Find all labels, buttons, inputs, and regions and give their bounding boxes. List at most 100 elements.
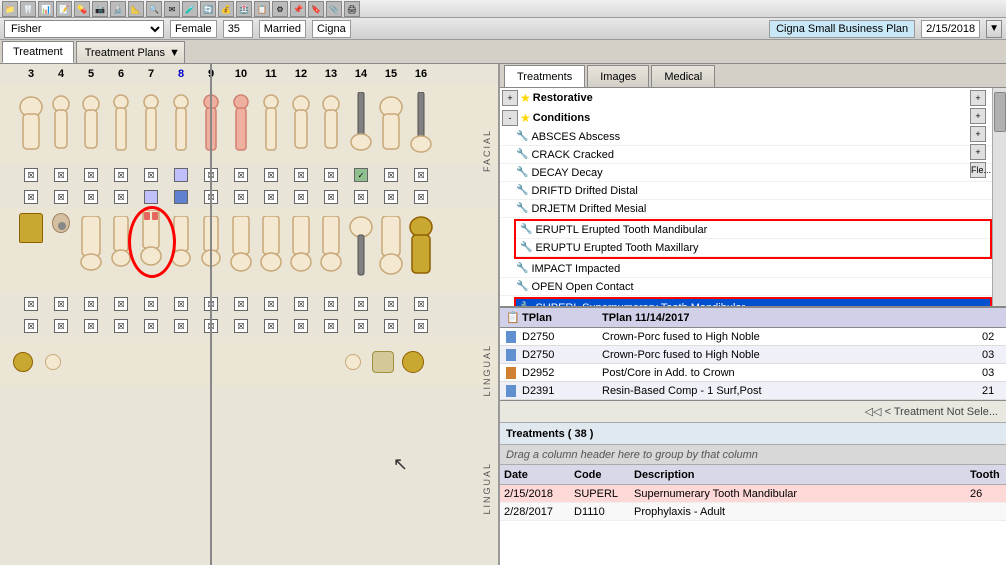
lcb-14-1[interactable]: ☒ [354,297,368,311]
lower-tooth-5[interactable] [76,208,106,288]
toolbar-icon-3[interactable]: 📊 [38,1,54,17]
toolbar-icon-7[interactable]: 🔬 [110,1,126,17]
lcb-5-1[interactable]: ☒ [84,297,98,311]
cb-6-1[interactable]: ☒ [114,168,128,182]
tooth-chart-panel[interactable]: 3 4 5 6 7 8 9 10 11 12 13 14 15 16 [0,64,500,565]
condition-list[interactable]: + ★ Restorative - ★ Conditions 🔧 ABSCES … [500,88,1006,308]
lower-tooth-11[interactable] [256,208,286,288]
lower-tooth-6[interactable] [106,208,136,288]
cb-11-2[interactable]: ☒ [264,190,278,204]
treatment-row[interactable]: 2/28/2017 D1110 Prophylaxis - Adult [500,503,1006,521]
right-expand-2[interactable]: + [970,108,986,124]
lcb-13-1[interactable]: ☒ [324,297,338,311]
toolbar-icon-18[interactable]: 🔖 [308,1,324,17]
lcb-3-1[interactable]: ☒ [24,297,38,311]
cond-open[interactable]: 🔧 OPEN Open Contact [500,278,1006,296]
lower-tooth-3[interactable] [16,208,46,288]
lcb-4-1[interactable]: ☒ [54,297,68,311]
tab-treatments[interactable]: Treatments [504,65,585,87]
cb-16-1[interactable]: ☒ [414,168,428,182]
tooth-4[interactable] [46,89,76,159]
cb-14-2[interactable]: ☒ [354,190,368,204]
cb-8-2[interactable] [174,190,188,204]
cb-10-2[interactable]: ☒ [234,190,248,204]
cb-5-1[interactable]: ☒ [84,168,98,182]
right-expand-5[interactable]: Fle... [970,162,986,178]
cb-16-2[interactable]: ☒ [414,190,428,204]
lcb-3-2[interactable]: ☒ [24,319,38,333]
lcb-8-2[interactable]: ☒ [174,319,188,333]
toolbar-icon-12[interactable]: 🔄 [200,1,216,17]
cb-13-1[interactable]: ☒ [324,168,338,182]
lower-tooth-13[interactable] [316,208,346,288]
right-expand-3[interactable]: + [970,126,986,142]
lcb-15-1[interactable]: ☒ [384,297,398,311]
scrollbar-thumb[interactable] [994,92,1006,132]
cb-11-1[interactable]: ☒ [264,168,278,182]
lower-tooth-7-highlighted[interactable] [136,208,166,288]
lcb-10-2[interactable]: ☒ [234,319,248,333]
cond-drjetm[interactable]: 🔧 DRJETM Drifted Mesial [500,200,1006,218]
cond-absces[interactable]: 🔧 ABSCES Abscess [500,128,1006,146]
toolbar-icon-11[interactable]: 🧪 [182,1,198,17]
lower-tooth-15[interactable] [376,208,406,288]
cb-6-2[interactable]: ☒ [114,190,128,204]
cb-7-1[interactable]: ☒ [144,168,158,182]
lcb-5-2[interactable]: ☒ [84,319,98,333]
cb-13-2[interactable]: ☒ [324,190,338,204]
toolbar-icon-15[interactable]: 📋 [254,1,270,17]
tab-medical[interactable]: Medical [651,65,715,87]
lower-tooth-4[interactable] [46,208,76,288]
cond-superl[interactable]: 🔧 SUPERL Supernumerary Tooth Mandibular [516,299,990,308]
cond-eruptl[interactable]: 🔧 ERUPTL Erupted Tooth Mandibular [516,221,990,239]
cb-12-2[interactable]: ☒ [294,190,308,204]
lcb-12-2[interactable]: ☒ [294,319,308,333]
patient-name-select[interactable]: Fisher [4,20,164,38]
cb-8-1[interactable] [174,168,188,182]
cond-crack[interactable]: 🔧 CRACK Cracked [500,146,1006,164]
lcb-11-1[interactable]: ☒ [264,297,278,311]
cb-15-1[interactable]: ☒ [384,168,398,182]
toolbar-icon-2[interactable]: 🦷 [20,1,36,17]
lcb-14-2[interactable]: ☒ [354,319,368,333]
tooth-16[interactable] [406,89,436,159]
toolbar-icon-16[interactable]: ⚙ [272,1,288,17]
lcb-6-1[interactable]: ☒ [114,297,128,311]
tplan-row[interactable]: D2750 Crown-Porc fused to High Noble 03 [500,346,1006,364]
tooth-14[interactable] [346,89,376,159]
toolbar-icon-17[interactable]: 📌 [290,1,306,17]
cond-decay[interactable]: 🔧 DECAY Decay [500,164,1006,182]
tooth-15[interactable] [376,89,406,159]
toolbar-icon-20[interactable]: 🖨 [344,1,360,17]
right-expand-4[interactable]: + [970,144,986,160]
toolbar-icon-14[interactable]: 🏥 [236,1,252,17]
lcb-6-2[interactable]: ☒ [114,319,128,333]
lower-tooth-14[interactable] [346,208,376,288]
lower-tooth-16[interactable] [406,208,436,288]
tooth-5[interactable] [76,89,106,159]
lcb-13-2[interactable]: ☒ [324,319,338,333]
tplan-row[interactable]: D2391 Resin-Based Comp - 1 Surf,Post 21 [500,382,1006,400]
lcb-11-2[interactable]: ☒ [264,319,278,333]
cb-14-1[interactable]: ✓ [354,168,368,182]
cb-4-1[interactable]: ☒ [54,168,68,182]
toolbar-icon-13[interactable]: 💰 [218,1,234,17]
toolbar-icon-1[interactable]: 📁 [2,1,18,17]
tooth-6[interactable] [106,89,136,159]
date-dropdown-button[interactable]: ▼ [986,20,1002,38]
cb-3-2[interactable]: ☒ [24,190,38,204]
tab-treatment[interactable]: Treatment [2,41,74,63]
lcb-8-1[interactable]: ☒ [174,297,188,311]
conditions-expand-button[interactable]: - [502,110,518,126]
lcb-16-2[interactable]: ☒ [414,319,428,333]
tooth-8[interactable] [166,89,196,159]
lcb-7-1[interactable]: ☒ [144,297,158,311]
treatments-list[interactable]: Date Code Description Tooth 2/15/2018 SU… [500,465,1006,565]
tooth-7[interactable] [136,89,166,159]
tab-images[interactable]: Images [587,65,649,87]
lcb-15-2[interactable]: ☒ [384,319,398,333]
toolbar-icon-9[interactable]: 🔍 [146,1,162,17]
toolbar-icon-10[interactable]: ✉ [164,1,180,17]
treatment-row[interactable]: 2/15/2018 SUPERL Supernumerary Tooth Man… [500,485,1006,503]
toolbar-icon-4[interactable]: 📝 [56,1,72,17]
